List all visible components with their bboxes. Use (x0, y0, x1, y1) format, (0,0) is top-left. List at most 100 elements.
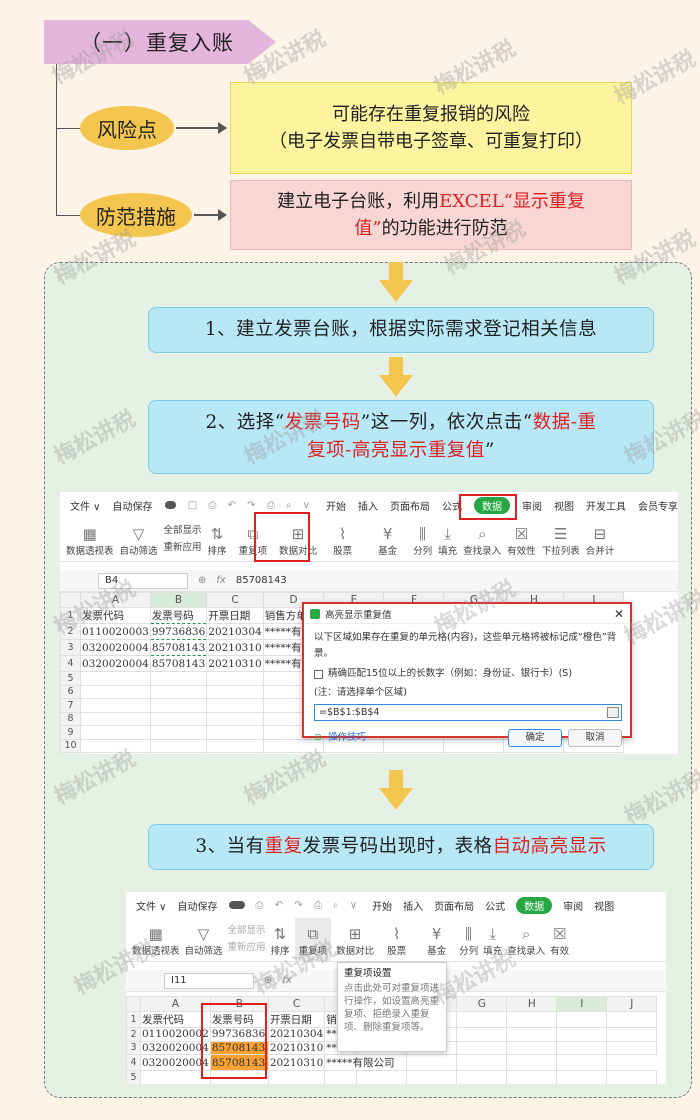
cell[interactable] (606, 1070, 658, 1084)
range-select-icon[interactable] (607, 707, 619, 718)
show-all-group[interactable]: 全部显示 重新应用 (164, 518, 202, 561)
menu-home[interactable]: 开始 (372, 898, 392, 913)
row-header[interactable]: 10 (60, 738, 81, 753)
cell[interactable] (206, 738, 264, 753)
row-header[interactable]: 5 (126, 1070, 141, 1084)
cell[interactable] (206, 671, 264, 686)
cell[interactable]: 0320020004 (140, 1054, 211, 1071)
cell[interactable] (406, 1070, 458, 1084)
cell[interactable] (503, 752, 565, 754)
corner-cell[interactable] (126, 996, 141, 1012)
fund-button[interactable]: ¥ 基金 (419, 918, 454, 961)
tips-link[interactable]: 操作技巧 (328, 730, 366, 746)
menu-developer[interactable]: 开发工具 (586, 498, 626, 513)
cell[interactable] (506, 1054, 558, 1071)
cell[interactable] (262, 752, 325, 754)
stock-button[interactable]: ⌇ 股票 (323, 518, 362, 561)
cell[interactable] (149, 752, 208, 754)
duplicates-button[interactable]: ⧉ 重复项 (294, 918, 332, 961)
fill-button[interactable]: ⤓ 填充 (438, 518, 457, 561)
cell[interactable] (406, 1054, 458, 1071)
row-header[interactable]: 1 (60, 607, 81, 624)
lookup-entry-button[interactable]: ⌕ 查找录入 (507, 918, 545, 961)
fx-icon[interactable]: fx (282, 975, 291, 986)
cell[interactable]: 20210310 (206, 639, 264, 656)
column-header[interactable]: J (606, 996, 658, 1012)
validity-button[interactable]: ☒ 有效性 (507, 518, 536, 561)
column-header[interactable]: C (267, 996, 326, 1012)
autosave-toggle-icon[interactable] (228, 901, 245, 909)
cell[interactable] (149, 698, 208, 713)
cell[interactable] (206, 698, 264, 713)
row-header[interactable]: 1 (126, 1011, 141, 1028)
row-header[interactable]: 2 (60, 623, 81, 640)
cell[interactable]: 20210310 (267, 1054, 326, 1071)
menu-review[interactable]: 审阅 (522, 498, 542, 513)
cell[interactable] (556, 1040, 608, 1055)
row-header[interactable]: 11 (60, 752, 81, 754)
cell[interactable] (506, 1027, 558, 1042)
row-header[interactable]: 8 (60, 711, 81, 726)
cell[interactable] (443, 752, 505, 754)
cell[interactable] (140, 1070, 211, 1084)
auto-filter-button[interactable]: ▽ 自动筛选 (120, 518, 158, 561)
cell[interactable] (149, 725, 208, 740)
cell[interactable]: 20210304 (206, 623, 264, 640)
cell[interactable]: 发票代码 (140, 1011, 211, 1028)
name-box[interactable]: I11 (164, 972, 254, 989)
menu-view[interactable]: 视图 (554, 498, 574, 513)
row-header[interactable]: 2 (126, 1027, 141, 1042)
row-header[interactable]: 9 (60, 725, 81, 740)
menu-autosave[interactable]: 自动保存 (178, 898, 218, 913)
show-all-group[interactable]: 全部显示 重新应用 (228, 918, 266, 961)
column-header[interactable]: C (206, 592, 264, 608)
row-header[interactable]: 7 (60, 698, 81, 713)
menu-file[interactable]: 文件 ∨ (136, 898, 167, 913)
split-column-button[interactable]: ⫼ 分列 (413, 518, 432, 561)
lookup-entry-button[interactable]: ⌕ 查找录入 (463, 518, 501, 561)
cell[interactable] (556, 1027, 608, 1042)
column-header[interactable]: I (556, 996, 608, 1012)
column-header[interactable]: H (506, 996, 558, 1012)
cell[interactable]: 发票代码 (80, 607, 151, 624)
cell[interactable] (149, 711, 208, 726)
cell[interactable] (563, 752, 625, 754)
cell[interactable]: 0110020002 (140, 1027, 211, 1042)
split-column-button[interactable]: ⫼ 分列 (459, 918, 478, 961)
cell[interactable]: 20210310 (206, 655, 264, 672)
menu-formula[interactable]: 公式 (485, 898, 505, 913)
menu-insert[interactable]: 插入 (358, 498, 378, 513)
cell[interactable]: 发票号码 (149, 607, 208, 624)
pivot-table-button[interactable]: ▦ 数据透视表 (66, 518, 114, 561)
column-header[interactable]: A (140, 996, 211, 1012)
cell[interactable]: 20210310 (267, 1040, 326, 1055)
cell[interactable] (456, 1040, 508, 1055)
column-header[interactable]: G (456, 996, 508, 1012)
cell[interactable] (456, 1011, 508, 1028)
fund-button[interactable]: ¥ 基金 (368, 518, 407, 561)
cell[interactable] (206, 752, 264, 754)
sort-button[interactable]: ⇅ 排序 (208, 518, 227, 561)
column-header[interactable]: A (80, 592, 151, 608)
cell[interactable] (506, 1070, 558, 1084)
menu-member[interactable]: 会员专享 (638, 498, 678, 513)
row-header[interactable]: 6 (60, 684, 81, 699)
menu-file[interactable]: 文件 ∨ (70, 498, 101, 513)
cell[interactable] (206, 725, 264, 740)
cell[interactable]: 20210304 (267, 1027, 326, 1042)
stock-button[interactable]: ⌇ 股票 (379, 918, 414, 961)
formula-input[interactable]: 85708143 (236, 575, 287, 586)
cell[interactable]: *****有限公司 (324, 1054, 408, 1071)
fill-button[interactable]: ⤓ 填充 (483, 918, 502, 961)
menu-page-layout[interactable]: 页面布局 (390, 498, 430, 513)
column-header[interactable]: B (149, 592, 208, 608)
row-header[interactable]: 3 (60, 639, 81, 656)
row-header[interactable]: 3 (126, 1040, 141, 1055)
dropdown-list-button[interactable]: ☰ 下拉列表 (542, 518, 580, 561)
cell[interactable] (80, 684, 151, 699)
cell[interactable] (383, 752, 445, 754)
cell[interactable] (80, 711, 151, 726)
menu-review[interactable]: 审阅 (563, 898, 583, 913)
menu-view[interactable]: 视图 (594, 898, 614, 913)
cell[interactable]: 0320020004 (80, 639, 151, 656)
